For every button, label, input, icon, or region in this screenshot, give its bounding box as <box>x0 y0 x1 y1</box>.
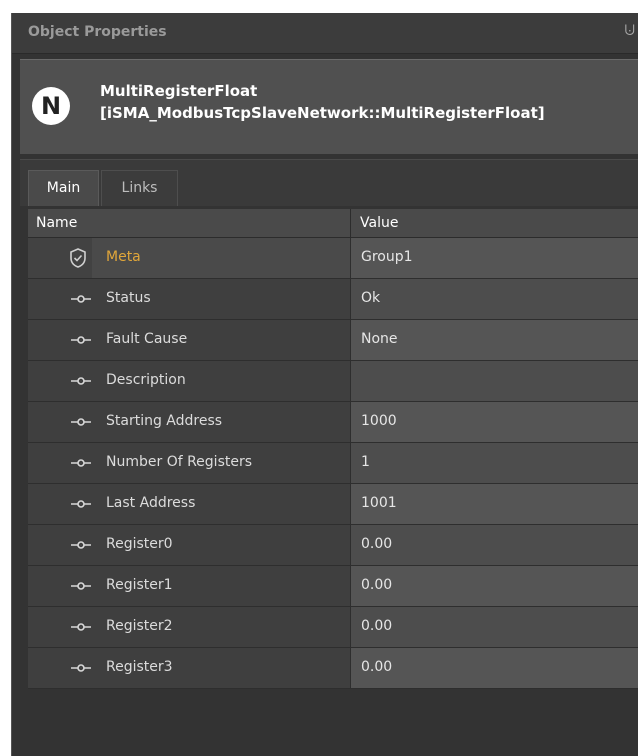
property-name: Description <box>106 372 186 388</box>
table-row[interactable]: Fault Cause None <box>28 320 638 361</box>
shield-icon <box>70 248 86 268</box>
property-name-cell[interactable]: Register1 <box>28 566 350 606</box>
property-grid: Name Value Meta Group1 Status Ok Fault Cause… <box>28 209 638 689</box>
property-value: 0.00 <box>361 577 393 593</box>
property-name-cell[interactable]: Meta <box>28 238 350 278</box>
property-name: Starting Address <box>106 413 223 429</box>
property-name: Register0 <box>106 536 173 552</box>
grid-header: Name Value <box>28 209 638 238</box>
property-value-cell[interactable] <box>350 361 638 401</box>
property-name-cell[interactable]: Last Address <box>28 484 350 524</box>
tab-main[interactable]: Main <box>28 170 99 206</box>
slot-link-icon <box>71 459 91 467</box>
property-value-cell[interactable]: 1 <box>350 443 638 483</box>
property-name: Register3 <box>106 659 173 675</box>
property-name: Fault Cause <box>106 331 188 347</box>
property-value: 1 <box>361 454 370 470</box>
table-row[interactable]: Status Ok <box>28 279 638 320</box>
property-value-cell[interactable]: Ok <box>350 279 638 319</box>
property-name-cell[interactable]: Status <box>28 279 350 319</box>
property-name-cell[interactable]: Starting Address <box>28 402 350 442</box>
grid-rows: Meta Group1 Status Ok Fault Cause None Descrip… <box>28 238 638 689</box>
property-name-cell[interactable]: Fault Cause <box>28 320 350 360</box>
column-header-value[interactable]: Value <box>360 215 398 231</box>
object-properties-panel: Object Properties ⨃ N MultiRegisterFloat… <box>11 13 638 756</box>
property-name: Register2 <box>106 618 173 634</box>
property-value: 1001 <box>361 495 397 511</box>
property-name: Meta <box>106 249 141 265</box>
table-row[interactable]: Starting Address 1000 <box>28 402 638 443</box>
property-name-cell[interactable]: Register0 <box>28 525 350 565</box>
pin-icon[interactable]: ⨃ <box>625 23 635 38</box>
property-value: None <box>361 331 398 347</box>
table-row[interactable]: Register0 0.00 <box>28 525 638 566</box>
property-value-cell[interactable]: 0.00 <box>350 648 638 688</box>
tab-links[interactable]: Links <box>101 170 178 206</box>
property-value: Ok <box>361 290 381 306</box>
slot-link-icon <box>71 623 91 631</box>
object-name: MultiRegisterFloat <box>100 82 258 100</box>
object-header: N MultiRegisterFloat [iSMA_ModbusTcpSlav… <box>20 59 638 154</box>
table-row[interactable]: Meta Group1 <box>28 238 638 279</box>
property-name-cell[interactable]: Register3 <box>28 648 350 688</box>
slot-link-icon <box>71 418 91 426</box>
object-type: [iSMA_ModbusTcpSlaveNetwork::MultiRegist… <box>100 104 545 122</box>
panel-titlebar[interactable]: Object Properties ⨃ <box>12 13 638 54</box>
property-name: Status <box>106 290 151 306</box>
property-value: 0.00 <box>361 536 393 552</box>
property-value-cell[interactable]: 0.00 <box>350 607 638 647</box>
table-row[interactable]: Register3 0.00 <box>28 648 638 689</box>
column-separator[interactable] <box>350 209 351 237</box>
property-value: 1000 <box>361 413 397 429</box>
tab-strip: Main Links <box>20 159 638 206</box>
property-value-cell[interactable]: 0.00 <box>350 525 638 565</box>
slot-link-icon <box>71 336 91 344</box>
property-name-cell[interactable]: Description <box>28 361 350 401</box>
slot-link-icon <box>71 295 91 303</box>
property-name-cell[interactable]: Number Of Registers <box>28 443 350 483</box>
slot-link-icon <box>71 377 91 385</box>
slot-link-icon <box>71 500 91 508</box>
property-name: Register1 <box>106 577 173 593</box>
table-row[interactable]: Number Of Registers 1 <box>28 443 638 484</box>
property-name-cell[interactable]: Register2 <box>28 607 350 647</box>
property-value-cell[interactable]: 1001 <box>350 484 638 524</box>
column-header-name[interactable]: Name <box>36 215 77 231</box>
node-badge-icon: N <box>32 87 70 125</box>
property-value: 0.00 <box>361 618 393 634</box>
slot-link-icon <box>71 664 91 672</box>
property-value: 0.00 <box>361 659 393 675</box>
property-value-cell[interactable]: 0.00 <box>350 566 638 606</box>
table-row[interactable]: Register2 0.00 <box>28 607 638 648</box>
panel-title: Object Properties <box>28 24 167 40</box>
property-value: Group1 <box>361 249 413 265</box>
property-value-cell[interactable]: None <box>350 320 638 360</box>
table-row[interactable]: Description <box>28 361 638 402</box>
property-name: Last Address <box>106 495 196 511</box>
property-value-cell[interactable]: Group1 <box>350 238 638 278</box>
slot-link-icon <box>71 582 91 590</box>
property-value-cell[interactable]: 1000 <box>350 402 638 442</box>
slot-link-icon <box>71 541 91 549</box>
property-name: Number Of Registers <box>106 454 253 470</box>
table-row[interactable]: Register1 0.00 <box>28 566 638 607</box>
table-row[interactable]: Last Address 1001 <box>28 484 638 525</box>
